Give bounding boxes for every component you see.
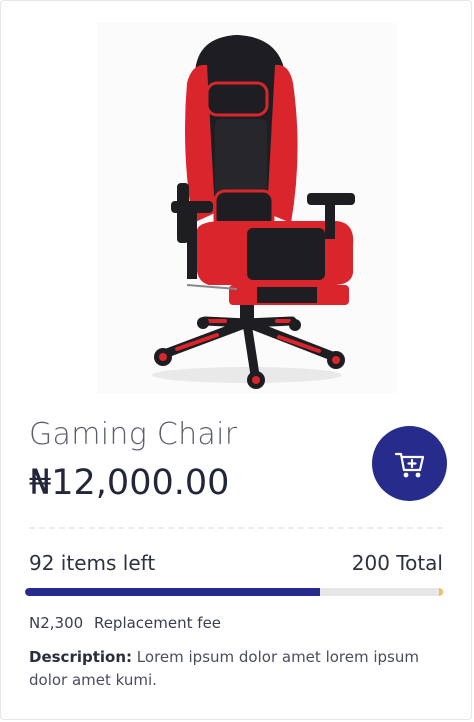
total-label: 200 Total: [351, 551, 443, 575]
stock-info: 92 items left 200 Total: [29, 551, 443, 575]
add-to-cart-button[interactable]: [372, 426, 447, 501]
replacement-fee: N2,300 Replacement fee: [29, 614, 221, 632]
stock-progress-fill: [25, 588, 320, 596]
divider: [29, 527, 443, 529]
gaming-chair-image: [152, 35, 355, 389]
fee-label: Replacement fee: [93, 614, 222, 632]
add-to-cart-icon: [394, 452, 424, 477]
description-label: Description:: [29, 648, 133, 666]
stock-progress-bar: [25, 588, 443, 596]
product-description: Description: Lorem ipsum dolor amet lore…: [29, 646, 431, 692]
items-left-label: 92 items left: [29, 551, 156, 575]
fee-amount: N2,300: [29, 614, 84, 632]
product-card: Gaming Chair ₦12,000.00 92 items left 20…: [0, 0, 472, 720]
product-title: Gaming Chair: [29, 417, 238, 452]
product-image: [97, 23, 397, 393]
product-price: ₦12,000.00: [29, 463, 230, 503]
progress-end-marker: [439, 588, 443, 596]
